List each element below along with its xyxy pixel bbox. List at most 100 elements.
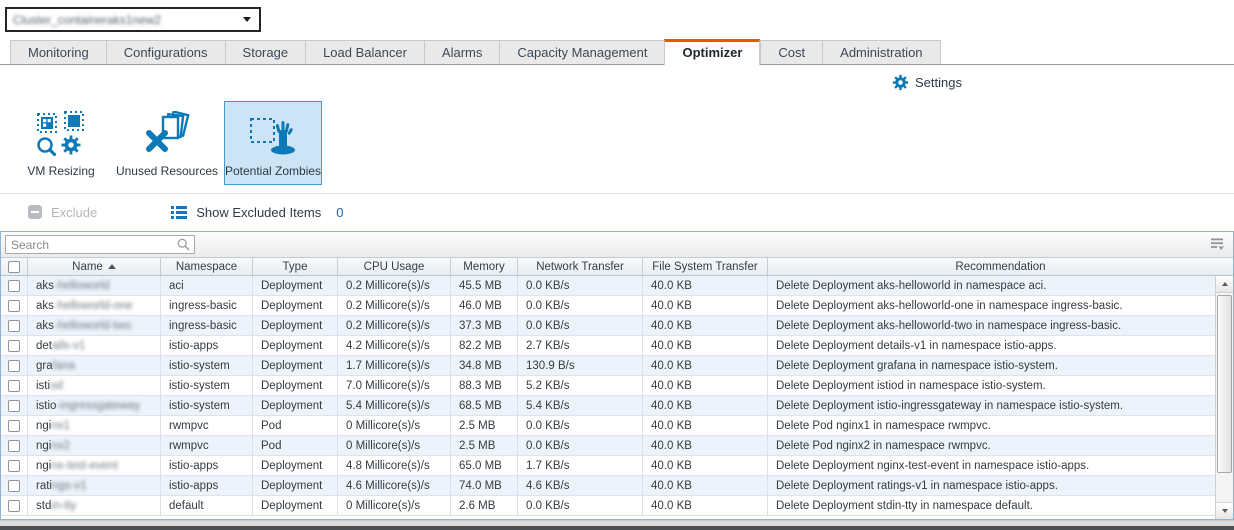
tab-monitoring[interactable]: Monitoring [10, 40, 106, 64]
cell-cpu-usage: 0 Millicore(s)/s [338, 416, 451, 435]
cell-network-transfer: 5.4 KB/s [518, 396, 643, 415]
column-header-name[interactable]: Name [28, 258, 161, 275]
table-row[interactable]: nginx-test-event istio-apps Deployment 4… [1, 456, 1215, 476]
cell-file-system-transfer: 40.0 KB [643, 416, 768, 435]
table-row[interactable]: nginx2 rwmpvc Pod 0 Millicore(s)/s 2.5 M… [1, 436, 1215, 456]
show-excluded-items-button[interactable]: Show Excluded Items [171, 205, 321, 220]
cell-file-system-transfer: 40.0 KB [643, 496, 768, 515]
cell-recommendation: Delete Pod nginx1 in namespace rwmpvc. [768, 416, 1215, 435]
mode-label: VM Resizing [27, 164, 94, 178]
row-checkbox[interactable] [8, 460, 20, 472]
cell-memory: 2.5 MB [451, 436, 518, 455]
row-checkbox[interactable] [8, 440, 20, 452]
table-row[interactable]: nginx1 rwmpvc Pod 0 Millicore(s)/s 2.5 M… [1, 416, 1215, 436]
cell-network-transfer: 4.6 KB/s [518, 476, 643, 495]
cell-recommendation: Delete Deployment stdin-tty in namespace… [768, 496, 1215, 515]
mode-label: Unused Resources [116, 164, 218, 178]
row-checkbox[interactable] [8, 500, 20, 512]
tab-storage[interactable]: Storage [225, 40, 306, 64]
cell-namespace: default [161, 496, 253, 515]
cell-memory: 45.5 MB [451, 276, 518, 295]
scrollbar-thumb[interactable] [1217, 295, 1232, 473]
cell-recommendation: Delete Deployment aks-helloworld in name… [768, 276, 1215, 295]
cell-recommendation: Delete Deployment ratings-v1 in namespac… [768, 476, 1215, 495]
cell-namespace: istio-system [161, 376, 253, 395]
cell-namespace: istio-apps [161, 336, 253, 355]
cell-recommendation: Delete Deployment details-v1 in namespac… [768, 336, 1215, 355]
row-checkbox[interactable] [8, 380, 20, 392]
settings-button[interactable]: Settings [892, 74, 962, 91]
row-checkbox[interactable] [8, 300, 20, 312]
exclude-button[interactable]: Exclude [28, 205, 97, 220]
tab-administration[interactable]: Administration [822, 40, 940, 64]
cell-name: grafana [28, 356, 161, 375]
search-icon[interactable] [177, 238, 190, 251]
mode-unused-resources[interactable]: Unused Resources [118, 101, 216, 185]
select-all-checkbox[interactable] [8, 261, 20, 273]
row-checkbox[interactable] [8, 320, 20, 332]
tab-configurations[interactable]: Configurations [106, 40, 225, 64]
table-row[interactable]: istiod istio-system Deployment 7.0 Milli… [1, 376, 1215, 396]
cell-type: Deployment [253, 456, 338, 475]
cell-name: ratings-v1 [28, 476, 161, 495]
cell-type: Deployment [253, 476, 338, 495]
column-header-memory[interactable]: Memory [451, 258, 518, 275]
cell-memory: 82.2 MB [451, 336, 518, 355]
show-excluded-label: Show Excluded Items [196, 205, 321, 220]
cell-cpu-usage: 0 Millicore(s)/s [338, 436, 451, 455]
table-row[interactable]: istio-ingressgateway istio-system Deploy… [1, 396, 1215, 416]
mode-vm-resizing[interactable]: VM Resizing [12, 101, 110, 185]
mode-potential-zombies[interactable]: Potential Zombies [224, 101, 322, 185]
redacted-name-part: nx1 [51, 420, 70, 432]
tab-optimizer[interactable]: Optimizer [664, 39, 760, 65]
cell-name: istiod [28, 376, 161, 395]
vertical-scrollbar[interactable] [1215, 276, 1233, 519]
table-row[interactable]: stdin-tty default Deployment 0 Millicore… [1, 496, 1215, 516]
scroll-down-icon [1222, 509, 1228, 513]
column-header-file-system-transfer[interactable]: File System Transfer [643, 258, 768, 275]
row-checkbox[interactable] [8, 420, 20, 432]
redacted-name-part: od [50, 380, 63, 392]
row-checkbox[interactable] [8, 280, 20, 292]
grid-customizer-icon[interactable] [1209, 238, 1225, 251]
row-checkbox[interactable] [8, 360, 20, 372]
row-checkbox[interactable] [8, 340, 20, 352]
table-row[interactable]: aks-helloworld-two ingress-basic Deploym… [1, 316, 1215, 336]
column-header-network-transfer[interactable]: Network Transfer [518, 258, 643, 275]
redacted-name-part: ails-v1 [52, 340, 85, 352]
cell-namespace: istio-apps [161, 456, 253, 475]
tab-load-balancer[interactable]: Load Balancer [305, 40, 424, 64]
redacted-name-part: fana [53, 360, 75, 372]
table-row[interactable]: aks-helloworld-one ingress-basic Deploym… [1, 296, 1215, 316]
search-input[interactable] [11, 238, 177, 252]
table-header: Name Namespace Type CPU Usage Memory Net… [1, 258, 1233, 276]
cell-name: istio-ingressgateway [28, 396, 161, 415]
column-header-namespace[interactable]: Namespace [161, 258, 253, 275]
table-row[interactable]: details-v1 istio-apps Deployment 4.2 Mil… [1, 336, 1215, 356]
scroll-up-button[interactable] [1216, 276, 1233, 293]
table-rows: aks-helloworld aci Deployment 0.2 Millic… [1, 276, 1215, 516]
cell-file-system-transfer: 40.0 KB [643, 296, 768, 315]
cell-file-system-transfer: 40.0 KB [643, 276, 768, 295]
tab-alarms[interactable]: Alarms [424, 40, 499, 64]
table-row[interactable]: aks-helloworld aci Deployment 0.2 Millic… [1, 276, 1215, 296]
redacted-name-part: nx-test-event [51, 460, 117, 472]
cluster-selector-dropdown[interactable]: Cluster_containeraks1new2 [5, 7, 261, 32]
column-header-type[interactable]: Type [253, 258, 338, 275]
column-header-cpu-usage[interactable]: CPU Usage [338, 258, 451, 275]
cell-namespace: istio-system [161, 356, 253, 375]
column-header-recommendation[interactable]: Recommendation [768, 258, 1233, 275]
cell-type: Deployment [253, 276, 338, 295]
row-checkbox[interactable] [8, 400, 20, 412]
cell-type: Deployment [253, 396, 338, 415]
tab-capacity-management[interactable]: Capacity Management [499, 40, 664, 64]
search-box [5, 235, 195, 254]
table-row[interactable]: grafana istio-system Deployment 1.7 Mill… [1, 356, 1215, 376]
cell-memory: 2.5 MB [451, 416, 518, 435]
row-checkbox[interactable] [8, 480, 20, 492]
cell-recommendation: Delete Deployment aks-helloworld-one in … [768, 296, 1215, 315]
table-row[interactable]: ratings-v1 istio-apps Deployment 4.6 Mil… [1, 476, 1215, 496]
exclude-label: Exclude [51, 205, 97, 220]
tab-cost[interactable]: Cost [760, 40, 822, 64]
scroll-down-button[interactable] [1216, 502, 1233, 519]
